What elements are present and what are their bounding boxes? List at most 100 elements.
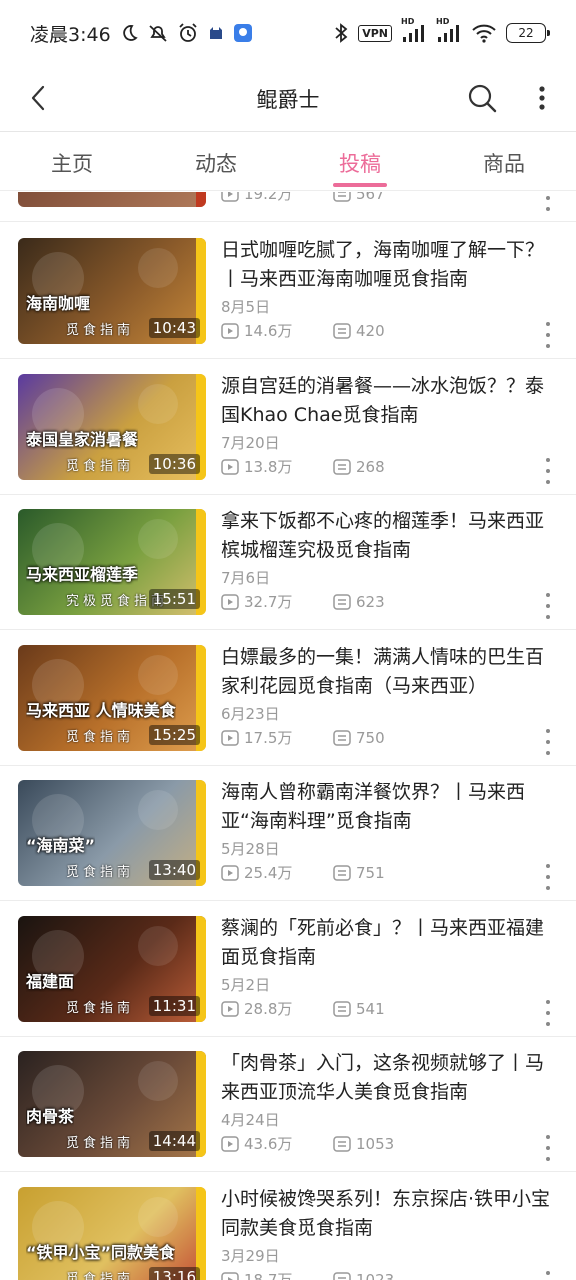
video-meta: 28.8万 541 [221, 998, 385, 1019]
app-notification-icon [233, 23, 253, 43]
thumbnail-headline: “铁甲小宝”同款美食 [26, 1243, 176, 1262]
list-item[interactable]: 泰国皇家消暑餐 觅食指南 10:36 源自宫廷的消暑餐——冰水泡饭？？泰国Kha… [0, 360, 576, 495]
comment-count: 541 [356, 999, 385, 1018]
video-date: 6月23日 [221, 705, 280, 723]
comment-count-icon [333, 322, 351, 339]
play-count: 25.4万 [244, 864, 293, 882]
video-duration: 13:40 [148, 860, 200, 880]
comment-count: 750 [356, 728, 385, 747]
thumbnail-headline: 马来西亚 人情味美食 [26, 701, 176, 720]
more-icon[interactable] [540, 593, 556, 619]
video-meta: 17.5万 750 [221, 727, 385, 748]
video-meta: 19.2万 567 [221, 192, 385, 204]
video-meta: 18.7万 1023 [221, 1269, 394, 1280]
comment-count: 623 [356, 592, 385, 611]
thumbnail-subtitle: 觅食指南 [66, 1001, 135, 1016]
video-thumbnail: 马来西亚榴莲季 究极觅食指南 15:51 [18, 509, 206, 615]
video-duration: 10:43 [148, 318, 200, 338]
tab-home[interactable]: 主页 [0, 133, 144, 190]
video-title[interactable]: 日式咖喱吃腻了，海南咖喱了解一下？丨马来西亚海南咖喱觅食指南 [221, 236, 559, 294]
tab-products[interactable]: 商品 [432, 133, 576, 190]
signal-icon-2: HD [436, 17, 462, 43]
search-button[interactable] [462, 76, 502, 120]
comment-count-icon [333, 458, 351, 475]
video-thumbnail: 肉骨茶 觅食指南 14:44 [18, 1051, 206, 1157]
thumbnail-subtitle: 觅食指南 [66, 1136, 135, 1151]
thumbnail-headline: 福建面 [26, 972, 75, 991]
thumbnail-subtitle: 觅食指南 [66, 865, 135, 880]
comment-count-icon [333, 1271, 351, 1280]
comment-count: 567 [356, 192, 385, 203]
list-item[interactable]: 马来西亚 人情味美食 觅食指南 15:25 白嫖最多的一集！满满人情味的巴生百家… [0, 631, 576, 766]
list-item[interactable]: 海南咖喱 觅食指南 10:43 日式咖喱吃腻了，海南咖喱了解一下？丨马来西亚海南… [0, 224, 576, 359]
thumbnail-headline: 泰国皇家消暑餐 [26, 430, 139, 449]
wifi-icon [471, 23, 497, 43]
video-title[interactable]: 小时候被馋哭系列！东京探店·铁甲小宝同款美食觅食指南 [221, 1185, 559, 1243]
more-icon[interactable] [540, 1135, 556, 1161]
profile-tabs: 主页 动态 投稿 商品 [0, 133, 576, 191]
play-count: 32.7万 [244, 593, 293, 611]
play-count-icon [221, 729, 239, 746]
comment-count-icon [333, 593, 351, 610]
more-icon[interactable] [540, 1271, 556, 1280]
thumbnail-headline: 海南咖喱 [26, 294, 91, 313]
comment-count: 1053 [356, 1134, 395, 1153]
play-count: 28.8万 [244, 1000, 293, 1018]
video-date: 8月5日 [221, 298, 271, 316]
play-count-icon [221, 458, 239, 475]
video-date: 7月6日 [221, 569, 271, 587]
list-item-partial[interactable]: 19.2万 567 [0, 192, 576, 222]
video-title[interactable]: 「肉骨茶」入门，这条视频就够了丨马来西亚顶流华人美食觅食指南 [221, 1049, 559, 1107]
video-title[interactable]: 蔡澜的「死前必食」？丨马来西亚福建面觅食指南 [221, 914, 559, 972]
status-time: 凌晨3:46 [30, 23, 111, 46]
tab-dynamics[interactable]: 动态 [144, 133, 288, 190]
search-icon [468, 84, 497, 113]
mute-bell-icon [147, 22, 169, 44]
list-item[interactable]: “海南菜” 觅食指南 13:40 海南人曾称霸南洋餐饮界？丨马来西亚“海南料理”… [0, 766, 576, 901]
video-thumbnail [18, 192, 206, 207]
more-icon[interactable] [540, 322, 556, 348]
play-count-icon [221, 1135, 239, 1152]
video-meta: 43.6万 1053 [221, 1133, 394, 1154]
video-title[interactable]: 源自宫廷的消暑餐——冰水泡饭？？泰国Khao Chae觅食指南 [221, 372, 559, 430]
video-title[interactable]: 拿来下饭都不心疼的榴莲季！马来西亚槟城榴莲究极觅食指南 [221, 507, 559, 565]
video-duration: 10:36 [148, 454, 200, 474]
more-icon[interactable] [540, 458, 556, 484]
more-icon[interactable] [540, 192, 556, 211]
list-item[interactable]: “铁甲小宝”同款美食 觅食指南 13:16 小时候被馋哭系列！东京探店·铁甲小宝… [0, 1173, 576, 1280]
list-item[interactable]: 福建面 觅食指南 11:31 蔡澜的「死前必食」？丨马来西亚福建面觅食指南 5月… [0, 902, 576, 1037]
video-title[interactable]: 海南人曾称霸南洋餐饮界？丨马来西亚“海南料理”觅食指南 [221, 778, 559, 836]
video-meta: 13.8万 268 [221, 456, 385, 477]
thumbnail-headline: 肉骨茶 [26, 1107, 75, 1126]
more-options-button[interactable] [524, 76, 560, 120]
video-date: 5月28日 [221, 840, 280, 858]
tab-submissions[interactable]: 投稿 [288, 133, 432, 190]
hd-label: HD [436, 17, 450, 26]
video-meta: 25.4万 751 [221, 862, 385, 883]
video-thumbnail: 泰国皇家消暑餐 觅食指南 10:36 [18, 374, 206, 480]
video-duration: 14:44 [148, 1131, 200, 1151]
status-bar: 凌晨3:46 VPN HD HD 22 [0, 0, 576, 66]
play-count-icon [221, 192, 239, 202]
more-icon[interactable] [540, 864, 556, 890]
video-thumbnail: 海南咖喱 觅食指南 10:43 [18, 238, 206, 344]
video-list: 19.2万 567 海南咖喱 觅食指南 10:43 日式咖喱吃腻了，海南咖喱了解… [0, 192, 576, 1280]
signal-icon: HD [401, 17, 427, 43]
video-meta: 32.7万 623 [221, 591, 385, 612]
play-count-icon [221, 1000, 239, 1017]
video-title[interactable]: 白嫖最多的一集！满满人情味的巴生百家利花园觅食指南（马来西亚） [221, 643, 559, 701]
comment-count: 268 [356, 457, 385, 476]
more-icon[interactable] [540, 729, 556, 755]
list-item[interactable]: 肉骨茶 觅食指南 14:44 「肉骨茶」入门，这条视频就够了丨马来西亚顶流华人美… [0, 1037, 576, 1172]
video-thumbnail: “铁甲小宝”同款美食 觅食指南 13:16 [18, 1187, 206, 1280]
video-date: 7月20日 [221, 434, 280, 452]
comment-count: 1023 [356, 1270, 395, 1280]
video-thumbnail: 福建面 觅食指南 11:31 [18, 916, 206, 1022]
play-count: 17.5万 [244, 729, 293, 747]
list-item[interactable]: 马来西亚榴莲季 究极觅食指南 15:51 拿来下饭都不心疼的榴莲季！马来西亚槟城… [0, 495, 576, 630]
video-meta: 14.6万 420 [221, 320, 385, 341]
more-icon[interactable] [540, 1000, 556, 1026]
thumbnail-subtitle: 觅食指南 [66, 1272, 135, 1280]
top-nav: 鲲爵士 [0, 66, 576, 132]
video-thumbnail: 马来西亚 人情味美食 觅食指南 15:25 [18, 645, 206, 751]
